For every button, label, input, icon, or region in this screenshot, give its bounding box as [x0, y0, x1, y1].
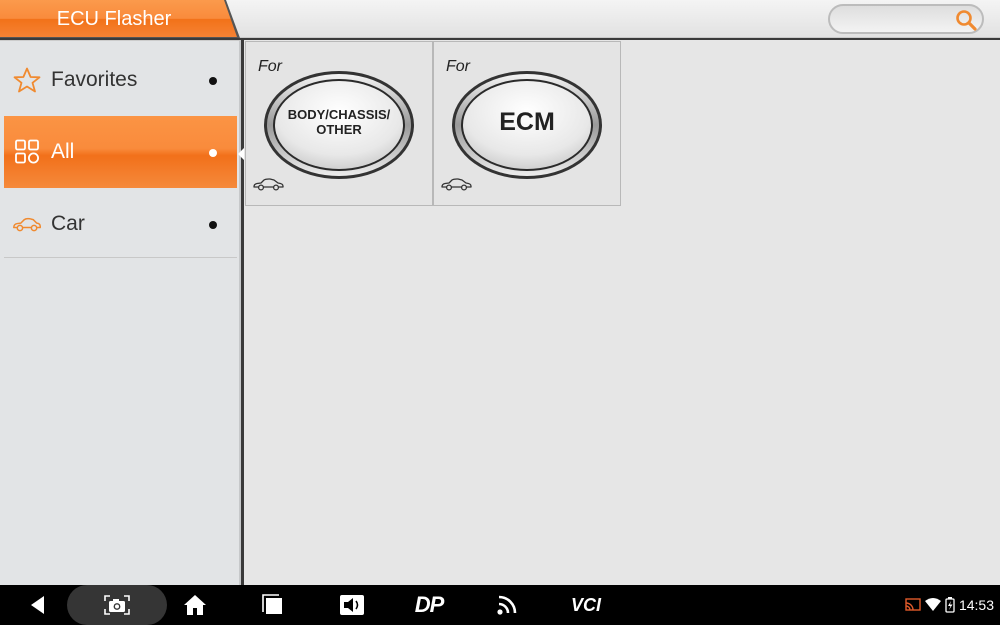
search-input[interactable] [842, 10, 952, 28]
car-icon [253, 178, 284, 191]
search-icon[interactable] [954, 8, 978, 32]
recent-apps-button[interactable] [258, 585, 288, 625]
car-icon [441, 178, 472, 191]
navigation-bar: DP VCI 14:53 [0, 585, 1000, 625]
content-area: For BODY/CHASSIS/ OTHER For ECM [244, 40, 1000, 585]
home-icon [184, 595, 206, 615]
status-time: 14:53 [958, 597, 994, 613]
app-title: ECU Flasher [56, 8, 172, 30]
tile-badge-label: ECM [499, 107, 555, 136]
grid-icon [15, 139, 39, 164]
wifi-signal-icon [497, 595, 517, 615]
title-tab: ECU Flasher [0, 0, 240, 38]
wifi-icon [924, 598, 941, 611]
sidebar-item-car[interactable]: Car [4, 188, 237, 260]
sidebar-item-favorites[interactable]: Favorites [4, 44, 237, 116]
bullet-dot [209, 77, 217, 85]
battery-icon [945, 597, 955, 613]
screenshot-icon [104, 595, 130, 615]
recent-apps-icon [262, 594, 282, 614]
volume-icon [340, 595, 364, 615]
sidebar-item-all[interactable]: All [4, 116, 237, 188]
tile-body-chassis-other[interactable]: For BODY/CHASSIS/ OTHER [245, 41, 433, 206]
sidebar-item-label: All [51, 140, 75, 163]
star-icon [13, 67, 41, 93]
car-icon [13, 217, 41, 232]
cast-icon [905, 598, 921, 611]
vci-icon: VCI [570, 594, 601, 615]
bullet-dot [209, 149, 217, 157]
sidebar-item-label: Car [51, 212, 85, 235]
tile-badge-label: BODY/CHASSIS/ OTHER [287, 107, 391, 137]
wifi-signal-button[interactable] [494, 585, 522, 625]
sidebar-item-label: Favorites [51, 68, 138, 91]
vci-button[interactable]: VCI [566, 585, 606, 625]
bullet-dot [209, 221, 217, 229]
back-icon [31, 596, 44, 614]
dp-button[interactable]: DP [408, 585, 450, 625]
dp-icon: DP [414, 592, 445, 617]
sidebar-divider [4, 257, 237, 258]
volume-button[interactable] [336, 585, 368, 625]
search-box[interactable] [828, 4, 984, 34]
sidebar: Favorites All Car [0, 40, 244, 585]
home-button[interactable] [180, 585, 210, 625]
back-button[interactable] [22, 585, 54, 625]
status-bar: 14:53 [905, 585, 994, 625]
top-bar: ECU Flasher [0, 0, 1000, 38]
tile-ecm[interactable]: For ECM [433, 41, 621, 206]
screenshot-button[interactable] [67, 585, 167, 625]
